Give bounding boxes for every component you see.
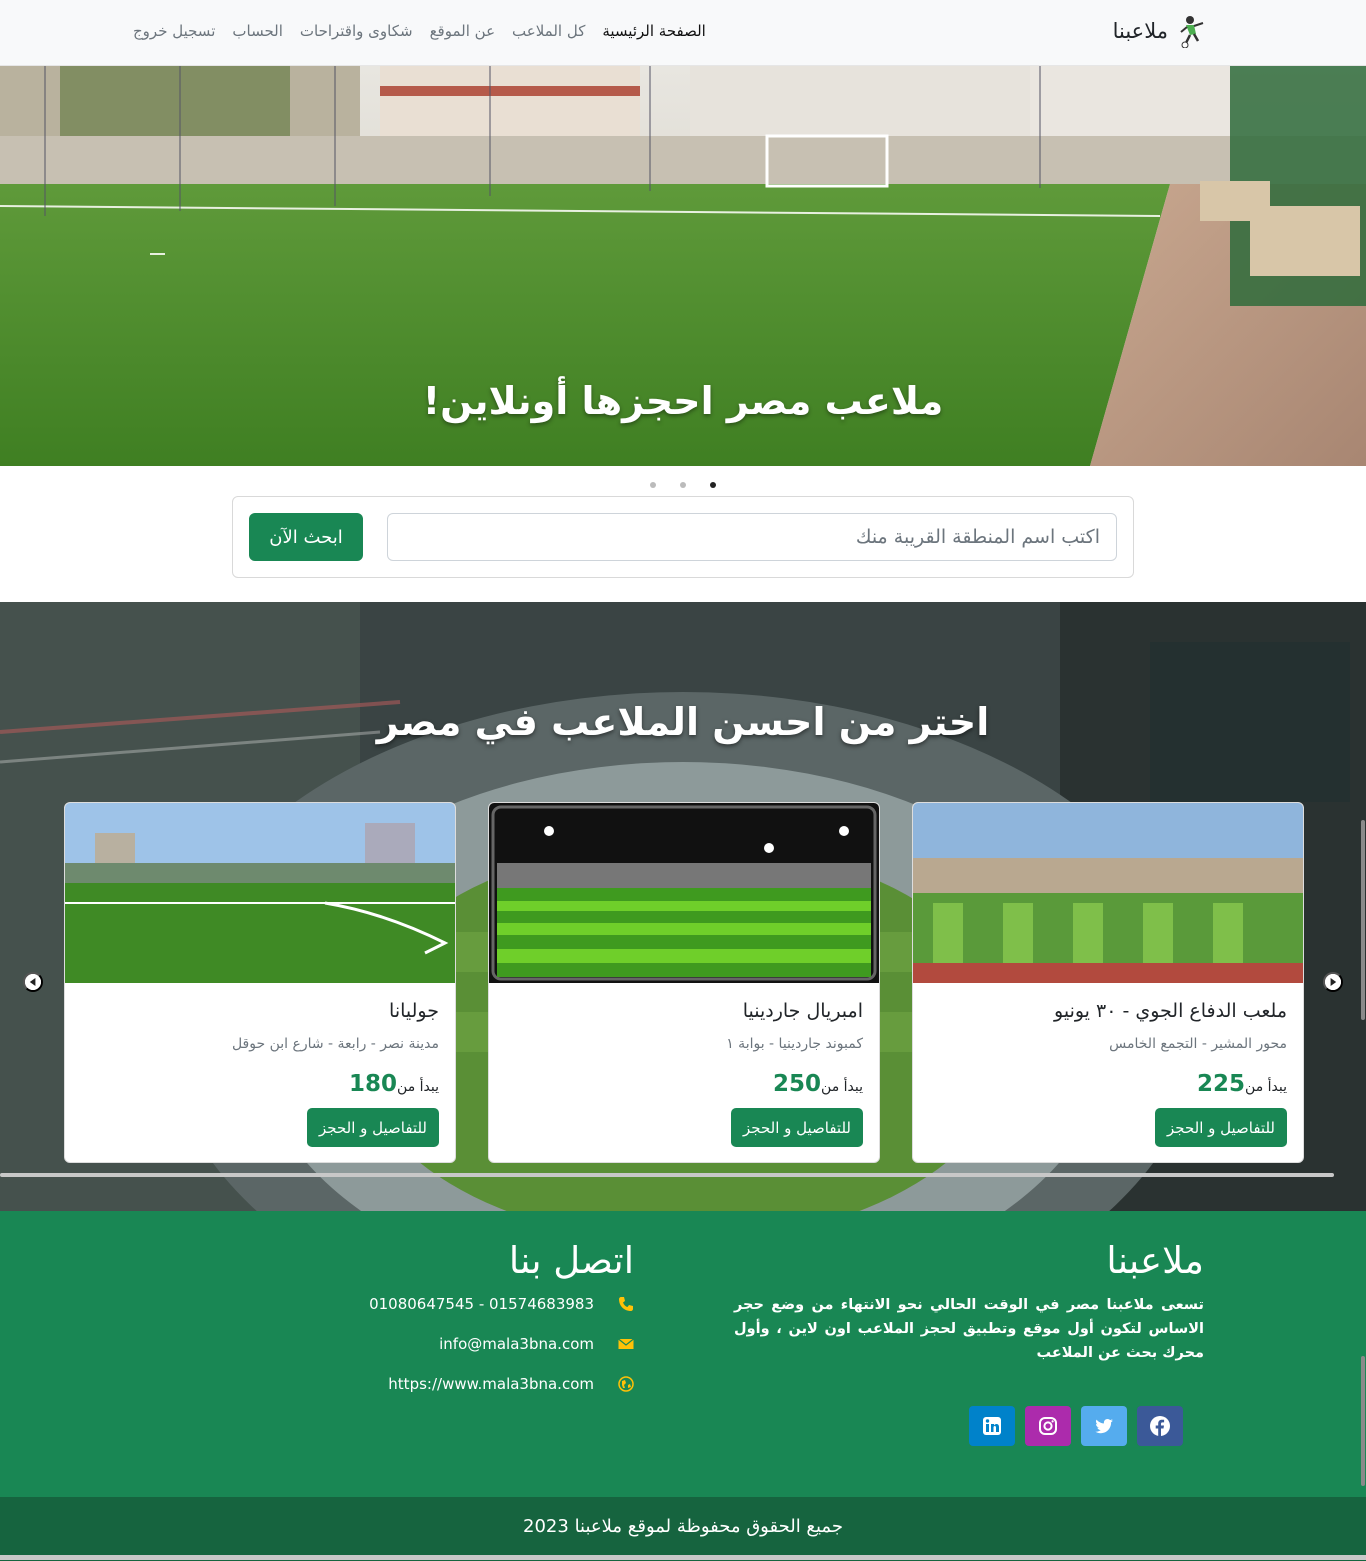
- brand[interactable]: ملاعبنا: [1113, 14, 1206, 48]
- website-text[interactable]: https://www.mala3bna.com: [388, 1375, 594, 1393]
- details-booking-button[interactable]: للتفاصيل و الحجز: [1154, 1108, 1287, 1147]
- hero-caption: ملاعب مصر احجزها أونلاين!: [422, 379, 944, 423]
- field-card: ملعب الدفاع الجوي - ٣٠ يونيو محور المشير…: [912, 802, 1304, 1163]
- brand-name: ملاعبنا: [1112, 19, 1168, 43]
- search-button[interactable]: ابحث الآن: [249, 513, 363, 561]
- nav-about[interactable]: عن الموقع: [430, 22, 495, 40]
- field-name: جوليانا: [389, 1000, 439, 1022]
- horizontal-scrollbar[interactable]: [0, 1173, 1334, 1177]
- hero-carousel: ملاعب مصر احجزها أونلاين!: [0, 66, 1366, 466]
- globe-icon: [618, 1376, 634, 1392]
- copyright: جميع الحقوق محفوظة لموقع ملاعبنا 2023: [0, 1497, 1366, 1561]
- price-value: 225: [1197, 1071, 1246, 1097]
- soccer-player-logo-icon: [1180, 16, 1204, 48]
- carousel-prev-button[interactable]: [23, 972, 43, 992]
- nav-home[interactable]: الصفحة الرئيسية: [602, 22, 706, 40]
- contact-website: https://www.mala3bna.com: [388, 1375, 634, 1393]
- nav-links: الصفحة الرئيسية كل الملاعب عن الموقع شكا…: [133, 22, 706, 40]
- price-value: 250: [773, 1071, 822, 1097]
- details-booking-button[interactable]: للتفاصيل و الحجز: [306, 1108, 439, 1147]
- carousel-dot-active[interactable]: [710, 482, 716, 488]
- footer-about: تسعى ملاعبنا مصر في الوقت الحالي نحو الا…: [734, 1297, 1204, 1361]
- field-card: امبريال جاردينيا كمبوند جاردينيا - بوابة…: [488, 802, 880, 1163]
- field-name: ملعب الدفاع الجوي - ٣٠ يونيو: [1054, 1000, 1287, 1022]
- field-price: يبدأ من225: [1197, 1071, 1287, 1097]
- nav-account[interactable]: الحساب: [232, 22, 283, 40]
- field-location: محور المشير - التجمع الخامس: [1109, 1036, 1287, 1052]
- search-input[interactable]: [387, 513, 1117, 561]
- fields-section: اختر من احسن الملاعب في مصر ملعب الدفاع …: [0, 602, 1366, 1211]
- carousel-indicators: [0, 482, 1366, 488]
- carousel-dot[interactable]: [650, 482, 656, 488]
- twitter-button[interactable]: [1081, 1406, 1127, 1446]
- facebook-icon: [1150, 1416, 1170, 1436]
- contact-phone: 01574683983 - 01080647545: [369, 1295, 634, 1313]
- nav-all-fields[interactable]: كل الملاعب: [512, 22, 585, 40]
- field-image: [65, 803, 455, 983]
- instagram-icon: [1039, 1417, 1057, 1435]
- field-location: كمبوند جاردينيا - بوابة ١: [726, 1036, 863, 1052]
- field-image: [913, 803, 1303, 983]
- email-text[interactable]: info@mala3bna.com: [439, 1335, 594, 1353]
- field-price: يبدأ من180: [349, 1071, 439, 1097]
- carousel-next-button[interactable]: [1323, 972, 1343, 992]
- page-horizontal-scrollbar[interactable]: [0, 1555, 1366, 1560]
- section-title: اختر من احسن الملاعب في مصر: [376, 700, 990, 744]
- vertical-scrollbar[interactable]: [1361, 1356, 1365, 1486]
- price-value: 180: [349, 1071, 398, 1097]
- price-prefix: يبدأ من: [1245, 1079, 1287, 1095]
- chevron-left-icon: [25, 974, 41, 990]
- search-box: ابحث الآن: [232, 496, 1134, 578]
- contact-email: info@mala3bna.com: [439, 1335, 634, 1353]
- nav-logout[interactable]: تسجيل خروج: [133, 22, 215, 40]
- details-booking-button[interactable]: للتفاصيل و الحجز: [730, 1108, 863, 1147]
- field-card: جوليانا مدينة نصر - رابعة - شارع ابن حوق…: [64, 802, 456, 1163]
- vertical-scrollbar[interactable]: [1361, 820, 1365, 1020]
- phone-icon: [618, 1296, 634, 1312]
- nav-complaints[interactable]: شكاوى واقتراحات: [300, 22, 413, 40]
- carousel-dot[interactable]: [680, 482, 686, 488]
- field-price: يبدأ من250: [773, 1071, 863, 1097]
- twitter-icon: [1095, 1419, 1113, 1434]
- instagram-button[interactable]: [1025, 1406, 1071, 1446]
- envelope-icon: [618, 1336, 634, 1352]
- field-location: مدينة نصر - رابعة - شارع ابن حوقل: [231, 1036, 439, 1052]
- footer: ملاعبنا تسعى ملاعبنا مصر في الوقت الحالي…: [0, 1211, 1366, 1497]
- price-prefix: يبدأ من: [821, 1079, 863, 1095]
- phone-text: 01574683983 - 01080647545: [369, 1295, 594, 1313]
- social-links: [969, 1406, 1183, 1446]
- linkedin-icon: [983, 1417, 1001, 1435]
- navbar: ملاعبنا الصفحة الرئيسية كل الملاعب عن ال…: [0, 0, 1366, 66]
- field-name: امبريال جاردينيا: [742, 1000, 863, 1022]
- contact-title: اتصل بنا: [508, 1239, 634, 1282]
- price-prefix: يبدأ من: [397, 1079, 439, 1095]
- footer-brand: ملاعبنا: [1106, 1239, 1204, 1282]
- field-image: [489, 803, 879, 983]
- chevron-right-icon: [1325, 974, 1341, 990]
- facebook-button[interactable]: [1137, 1406, 1183, 1446]
- linkedin-button[interactable]: [969, 1406, 1015, 1446]
